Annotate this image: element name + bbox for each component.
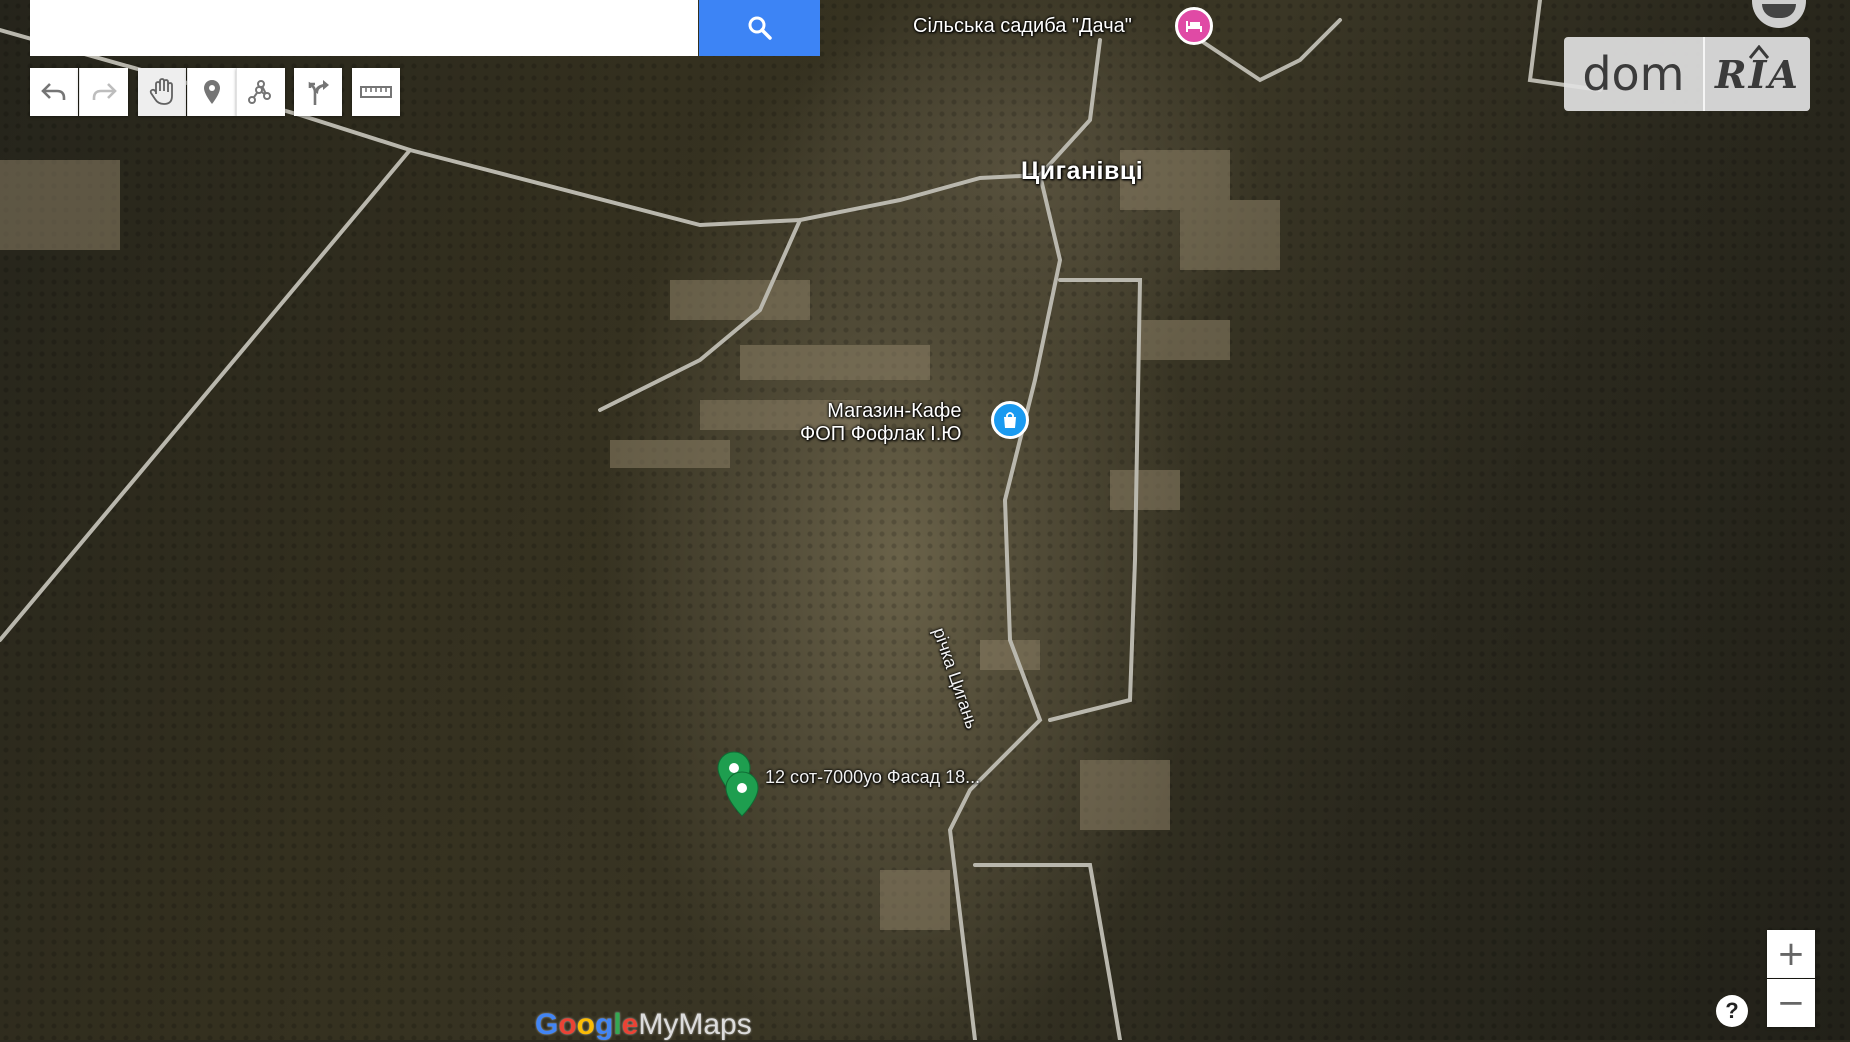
redo-button[interactable]	[79, 68, 128, 116]
brand-letter-5: l	[613, 1008, 622, 1041]
roads	[0, 0, 1602, 1040]
listing-pin-icon-2[interactable]	[724, 770, 760, 818]
hotel-pin-icon[interactable]	[1175, 7, 1213, 45]
logo-dom-text: dom	[1582, 47, 1685, 101]
redo-icon	[92, 83, 117, 100]
satellite-map[interactable]: Циганівці Сільська садиба "Дача" Магазин…	[0, 0, 1850, 1040]
bed-icon	[1186, 21, 1202, 32]
listing-pin-label[interactable]: 12 сот-7000уо Фасад 18...	[765, 767, 980, 788]
village-label: Циганівці	[1021, 157, 1144, 185]
draw-line-button[interactable]	[236, 68, 285, 116]
field-patches	[0, 150, 1280, 930]
google-mymaps-brand: GoogleMyMaps	[535, 1008, 752, 1042]
draw-line-icon	[248, 80, 271, 104]
brand-mymaps: MyMaps	[638, 1008, 752, 1041]
map-overlay	[0, 0, 1602, 1040]
shopping-bag-icon	[1004, 412, 1016, 428]
search-icon	[748, 16, 772, 40]
measure-button[interactable]	[352, 68, 400, 116]
add-marker-icon	[204, 80, 220, 104]
avatar-image	[1762, 4, 1796, 18]
logo-roof-icon	[1748, 45, 1769, 59]
undo-icon	[41, 83, 66, 100]
logo-ria-mark: RIA	[1702, 37, 1810, 111]
directions-icon	[308, 80, 329, 105]
pan-tool-button[interactable]	[138, 68, 186, 116]
search-button[interactable]	[699, 0, 820, 56]
poi-label-shop-line1: Магазин-Кафе	[827, 400, 962, 422]
search-input[interactable]	[30, 0, 698, 56]
zoom-in-button[interactable]: +	[1767, 930, 1815, 978]
pan-hand-icon	[149, 78, 173, 105]
brand-letter-6: e	[621, 1008, 639, 1041]
dom-ria-logo: dom RIA	[1564, 37, 1810, 111]
poi-label-shop-line2: ФОП Фофлак І.Ю	[800, 423, 962, 445]
brand-letter-3: o	[576, 1008, 595, 1041]
brand-letter-4: g	[595, 1008, 614, 1041]
undo-button[interactable]	[30, 68, 78, 116]
ruler-icon	[360, 86, 392, 98]
shop-pin-icon[interactable]	[991, 401, 1029, 439]
poi-label-shop[interactable]: Магазин-Кафе ФОП Фофлак І.Ю	[800, 400, 961, 446]
brand-letter-2: o	[558, 1008, 577, 1041]
poi-label-dacha[interactable]: Сільська садиба "Дача"	[913, 15, 1132, 38]
directions-button[interactable]	[294, 68, 342, 116]
help-button[interactable]: ?	[1716, 995, 1748, 1027]
brand-letter-1: G	[535, 1008, 559, 1041]
add-marker-button[interactable]	[187, 68, 236, 116]
zoom-out-button[interactable]: −	[1767, 979, 1815, 1027]
